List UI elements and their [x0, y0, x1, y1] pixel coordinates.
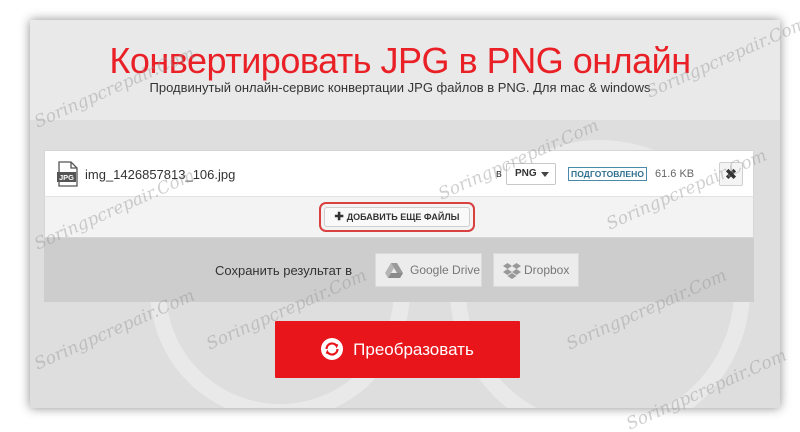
save-result-label: Сохранить результат в [215, 263, 352, 278]
svg-text:JPG: JPG [59, 173, 74, 182]
remove-file-button[interactable]: ✖ [719, 162, 743, 186]
dropbox-icon [503, 263, 521, 279]
convert-label: Преобразовать [353, 340, 474, 359]
file-name: img_1426857813_106.jpg [85, 167, 236, 182]
target-format-select[interactable]: PNG [506, 163, 556, 185]
add-files-row: ✚ ДОБАВИТЬ ЕЩЕ ФАЙЛЫ [44, 196, 754, 238]
target-format-value: PNG [515, 168, 537, 179]
chevron-down-icon [541, 172, 549, 177]
page-title: Конвертировать JPG в PNG онлайн [109, 40, 691, 81]
google-drive-icon [385, 263, 403, 278]
file-panel: JPG img_1426857813_106.jpg в PNG ПОДГОТО… [44, 150, 754, 302]
refresh-icon [321, 338, 344, 361]
status-badge: ПОДГОТОВЛЕНО [568, 167, 648, 181]
add-more-files-button[interactable]: ✚ ДОБАВИТЬ ЕЩЕ ФАЙЛЫ [324, 207, 470, 227]
file-size: 61.6 KB [655, 168, 695, 180]
google-drive-button[interactable]: Google Drive [375, 253, 482, 287]
google-drive-label: Google Drive [410, 263, 481, 277]
page-subtitle: Продвинутый онлайн-сервис конвертации JP… [149, 80, 651, 95]
target-format-label: в [496, 168, 502, 180]
add-more-files-label: ДОБАВИТЬ ЕЩЕ ФАЙЛЫ [346, 212, 460, 222]
dropbox-label: Dropbox [524, 263, 570, 277]
dropbox-button[interactable]: Dropbox [493, 253, 579, 287]
convert-button[interactable]: Преобразовать [275, 321, 520, 378]
save-destination-row: Сохранить результат в Google Drive Dropb… [44, 238, 754, 302]
file-row: JPG img_1426857813_106.jpg в PNG ПОДГОТО… [44, 150, 754, 196]
close-icon: ✖ [725, 166, 737, 182]
plus-icon: ✚ [334, 211, 344, 223]
jpg-file-icon: JPG [57, 161, 79, 187]
